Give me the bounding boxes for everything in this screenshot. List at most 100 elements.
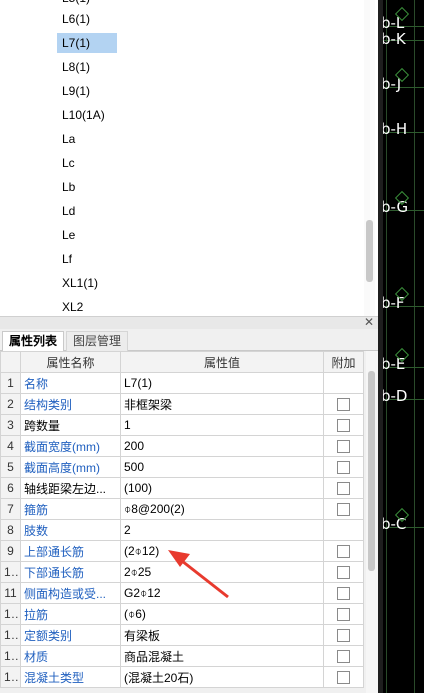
row-number: 8 [0, 519, 21, 541]
tree-item[interactable]: Ld [57, 201, 80, 221]
table-row[interactable]: 12 拉筋 (⌽6) [0, 603, 364, 625]
row-number: 7 [0, 498, 21, 520]
attach-checkbox[interactable] [337, 440, 350, 454]
property-value[interactable]: L7(1) [120, 372, 324, 394]
attach-cell [323, 414, 364, 436]
attach-cell [323, 540, 364, 562]
property-value[interactable]: (2⌽12) [120, 540, 324, 562]
table-row[interactable]: 3 跨数量 1 [0, 414, 364, 436]
property-value[interactable]: 2 [120, 519, 324, 541]
property-name: 轴线距梁左边... [20, 477, 121, 499]
property-value[interactable]: ⌽8@200(2) [120, 498, 324, 520]
column-header-name[interactable]: 属性名称 [20, 351, 121, 373]
attach-checkbox[interactable] [337, 608, 350, 622]
table-row[interactable]: 5 截面高度(mm) 500 [0, 456, 364, 478]
property-name: 箍筋 [20, 498, 121, 520]
table-row[interactable]: 7 箍筋 ⌽8@200(2) [0, 498, 364, 520]
tree-item[interactable]: XL1(1) [57, 273, 103, 293]
attach-checkbox[interactable] [337, 629, 350, 643]
attach-cell [323, 624, 364, 646]
panel-splitter[interactable]: ✕ [0, 315, 378, 329]
row-number: 11 [0, 582, 21, 604]
tree-item[interactable]: Lb [57, 177, 80, 197]
attach-cell [323, 477, 364, 499]
table-row[interactable]: 2 结构类别 非框架梁 [0, 393, 364, 415]
attach-checkbox[interactable] [337, 587, 350, 601]
tree-item-selected[interactable]: L7(1) [57, 33, 117, 53]
table-row[interactable]: 14 材质 商品混凝土 [0, 645, 364, 667]
property-value[interactable]: G2⌽12 [120, 582, 324, 604]
grid-scrollbar-thumb[interactable] [368, 371, 375, 571]
tree-item[interactable]: L5(1) [57, 0, 95, 8]
tab-property-list[interactable]: 属性列表 [2, 331, 65, 351]
tree-item[interactable]: L9(1) [57, 81, 95, 101]
tree-scrollbar-thumb[interactable] [366, 220, 373, 282]
tree-item[interactable]: L10(1A) [57, 105, 110, 125]
tree-item[interactable]: XL2 [57, 297, 88, 316]
tree-item[interactable]: L6(1) [57, 9, 95, 29]
panel-tabs: 属性列表 图层管理 [0, 329, 378, 351]
component-tree: L5(1) L6(1) L7(1) L8(1) L9(1) L10(1A) La… [0, 0, 378, 316]
table-row[interactable]: 15 混凝土类型 (混凝土20石) [0, 666, 364, 688]
attach-cell [323, 372, 364, 394]
drawing-canvas[interactable]: b-L b-K b-J b-H b-G b-F b-E b-D b-C [378, 0, 424, 693]
table-row[interactable]: 11 侧面构造或受... G2⌽12 [0, 582, 364, 604]
property-value[interactable]: (混凝土20石) [120, 666, 324, 688]
attach-checkbox[interactable] [337, 398, 350, 412]
row-number: 4 [0, 435, 21, 457]
attach-checkbox[interactable] [337, 545, 350, 559]
tree-item[interactable]: Lc [57, 153, 80, 173]
property-value[interactable]: (100) [120, 477, 324, 499]
axis-label: b-H [381, 120, 408, 138]
property-value[interactable]: 500 [120, 456, 324, 478]
property-value[interactable]: 2⌽25 [120, 561, 324, 583]
table-row[interactable]: 9 上部通长筋 (2⌽12) [0, 540, 364, 562]
tree-item[interactable]: Lf [57, 249, 77, 269]
attach-checkbox[interactable] [337, 482, 350, 496]
attach-checkbox[interactable] [337, 671, 350, 685]
row-number: 12 [0, 603, 21, 625]
attach-checkbox[interactable] [337, 503, 350, 517]
attach-cell [323, 582, 364, 604]
attach-cell [323, 645, 364, 667]
property-value[interactable]: 1 [120, 414, 324, 436]
tree-item[interactable]: L8(1) [57, 57, 95, 77]
attach-checkbox[interactable] [337, 419, 350, 433]
table-row[interactable]: 13 定额类别 有梁板 [0, 624, 364, 646]
column-header-extra[interactable]: 附加 [323, 351, 364, 373]
property-grid: 属性名称 属性值 附加 1 名称 L7(1) 2 结构类别 非框架梁 3 跨数量 1 4 截面宽度(… [0, 351, 364, 688]
attach-checkbox[interactable] [337, 461, 350, 475]
row-number: 15 [0, 666, 21, 688]
property-value[interactable]: (⌽6) [120, 603, 324, 625]
attach-cell [323, 435, 364, 457]
tab-layer-management[interactable]: 图层管理 [66, 331, 129, 351]
property-value[interactable]: 200 [120, 435, 324, 457]
property-name: 截面高度(mm) [20, 456, 121, 478]
table-row[interactable]: 4 截面宽度(mm) 200 [0, 435, 364, 457]
attach-cell [323, 666, 364, 688]
attach-cell [323, 561, 364, 583]
row-number: 6 [0, 477, 21, 499]
property-value[interactable]: 商品混凝土 [120, 645, 324, 667]
canvas-edge [378, 0, 383, 693]
row-number: 14 [0, 645, 21, 667]
attach-checkbox[interactable] [337, 566, 350, 580]
table-row[interactable]: 1 名称 L7(1) [0, 372, 364, 394]
table-row[interactable]: 8 肢数 2 [0, 519, 364, 541]
tree-item[interactable]: La [57, 129, 80, 149]
table-row[interactable]: 6 轴线距梁左边... (100) [0, 477, 364, 499]
attach-cell [323, 498, 364, 520]
close-icon[interactable]: ✕ [364, 315, 374, 329]
table-row[interactable]: 10 下部通长筋 2⌽25 [0, 561, 364, 583]
property-name: 跨数量 [20, 414, 121, 436]
attach-checkbox[interactable] [337, 650, 350, 664]
property-name: 上部通长筋 [20, 540, 121, 562]
property-panel: ✕ 属性列表 图层管理 属性名称 属性值 附加 1 名称 L7(1) 2 结构类别 非框架… [0, 315, 378, 693]
grid-header-row: 属性名称 属性值 附加 [0, 351, 364, 373]
column-header-value[interactable]: 属性值 [120, 351, 324, 373]
tree-item[interactable]: Le [57, 225, 80, 245]
property-value[interactable]: 有梁板 [120, 624, 324, 646]
grid-vertical-line [386, 0, 387, 693]
property-value[interactable]: 非框架梁 [120, 393, 324, 415]
axis-label: b-D [381, 387, 408, 405]
